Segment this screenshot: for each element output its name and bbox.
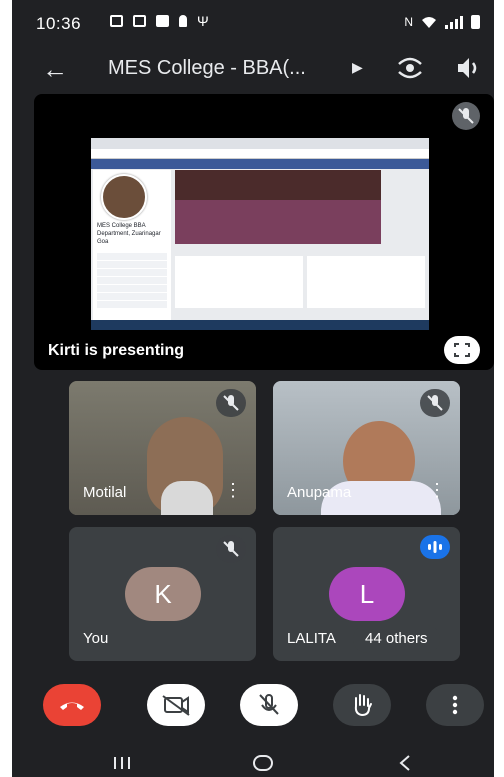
more-options-icon[interactable]: ⋮ xyxy=(224,480,242,501)
gallery-notification-icon xyxy=(110,15,123,27)
browser-tabs xyxy=(91,138,429,149)
mic-off-button[interactable] xyxy=(240,684,298,726)
status-time: 10:36 xyxy=(36,14,82,33)
cover-photo xyxy=(175,170,381,244)
end-call-button[interactable] xyxy=(43,684,101,726)
back-nav-icon[interactable] xyxy=(398,754,412,772)
muted-icon xyxy=(420,389,450,417)
nfc-icon: N xyxy=(404,15,413,29)
others-count-button[interactable]: 44 others xyxy=(353,625,440,653)
back-arrow-icon[interactable]: ← xyxy=(42,54,68,85)
participant-tile-lalita[interactable]: L LALITA 44 others xyxy=(273,527,460,661)
system-nav-bar xyxy=(12,748,494,777)
presentation-tile[interactable]: MES College BBA Department, Zuarinagar G… xyxy=(34,94,494,370)
beard xyxy=(161,481,213,515)
notification-icons: Ψ xyxy=(110,13,209,29)
page-menu xyxy=(97,252,167,309)
person-notification-icon xyxy=(179,15,187,27)
battery-icon xyxy=(471,15,480,29)
phone-screen: 10:36 Ψ N ← MES College - BBA(... ▶ MES … xyxy=(12,0,494,777)
meeting-app-bar: ← MES College - BBA(... ▶ xyxy=(12,46,494,90)
shared-page-name: MES College BBA Department, Zuarinagar G… xyxy=(97,223,161,245)
recent-apps-icon[interactable] xyxy=(112,756,132,770)
page-sidebar: MES College BBA Department, Zuarinagar G… xyxy=(93,170,171,320)
avatar: L xyxy=(329,567,405,621)
participant-tile-motilal[interactable]: Motilal ⋮ xyxy=(69,381,256,515)
presenting-label: Kirti is presenting xyxy=(48,342,185,359)
more-options-icon[interactable]: ⋮ xyxy=(428,480,446,501)
participant-tile-you[interactable]: K You xyxy=(69,527,256,661)
graduates-group xyxy=(175,200,381,244)
usb-icon: Ψ xyxy=(197,13,209,29)
muted-icon xyxy=(216,535,246,563)
wifi-icon xyxy=(422,17,436,28)
participant-name: Anupama xyxy=(287,484,352,501)
participant-tile-anupama[interactable]: Anupama ⋮ xyxy=(273,381,460,515)
participant-name: You xyxy=(83,630,109,647)
avatar: K xyxy=(125,567,201,621)
page-info-box xyxy=(307,256,425,308)
meeting-title[interactable]: MES College - BBA(... xyxy=(108,57,306,80)
image-notification-icon xyxy=(156,15,169,27)
muted-icon xyxy=(216,389,246,417)
more-options-button[interactable] xyxy=(426,684,484,726)
browser-address-bar xyxy=(91,149,429,159)
cast-notification-icon xyxy=(133,15,146,27)
raise-hand-button[interactable] xyxy=(333,684,391,726)
page-profile-picture xyxy=(101,174,147,220)
speaker-icon[interactable] xyxy=(452,52,484,84)
facebook-top-bar xyxy=(91,159,429,169)
system-icons: N xyxy=(404,15,480,29)
expand-details-icon[interactable]: ▶ xyxy=(352,59,363,76)
home-icon[interactable] xyxy=(252,754,274,772)
fullscreen-icon[interactable] xyxy=(444,336,480,364)
shared-screen: MES College BBA Department, Zuarinagar G… xyxy=(91,138,429,330)
windows-taskbar xyxy=(91,320,429,330)
call-controls xyxy=(12,684,494,728)
status-bar: 10:36 Ψ N xyxy=(12,0,494,44)
signal-icon xyxy=(445,16,463,29)
participant-name: LALITA xyxy=(287,630,336,647)
switch-camera-icon[interactable] xyxy=(394,52,426,84)
camera-off-button[interactable] xyxy=(147,684,205,726)
presenter-muted-icon xyxy=(452,102,480,130)
speaking-indicator-icon xyxy=(420,535,450,559)
participant-name: Motilal xyxy=(83,484,127,501)
page-feed xyxy=(175,256,303,308)
